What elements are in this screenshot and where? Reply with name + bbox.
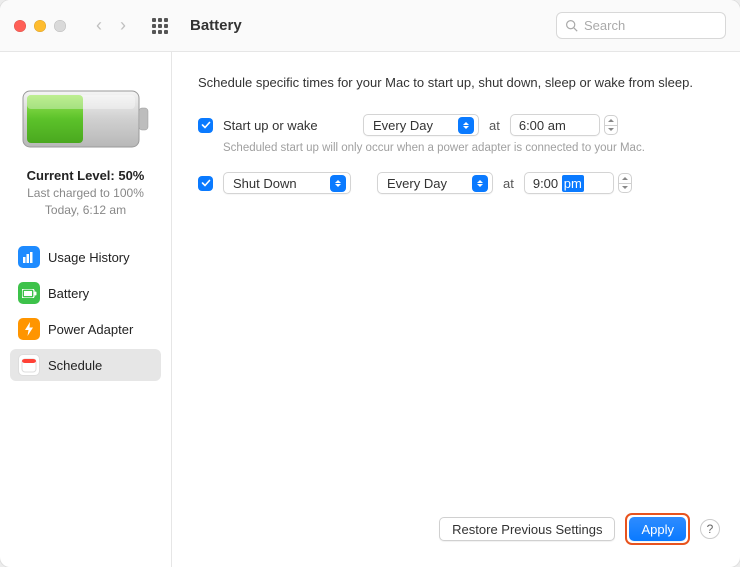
time-ampm: pm [562, 175, 584, 192]
shutdown-time-stepper[interactable] [618, 173, 632, 193]
help-button[interactable]: ? [700, 519, 720, 539]
forward-button[interactable]: › [120, 15, 126, 36]
titlebar: ‹ › Battery Search [0, 0, 740, 52]
shutdown-time-field[interactable]: 9:00 pm [524, 172, 614, 194]
sidebar-item-label: Power Adapter [48, 322, 133, 337]
time-value: 6:00 am [519, 118, 566, 133]
check-icon [201, 120, 211, 130]
fullscreen-window-button[interactable] [54, 20, 66, 32]
startup-hint: Scheduled start up will only occur when … [223, 142, 714, 154]
dropdown-arrows-icon [472, 175, 488, 192]
body: Current Level: 50% Last charged to 100% … [0, 52, 740, 567]
dropdown-arrows-icon [458, 117, 474, 134]
close-window-button[interactable] [14, 20, 26, 32]
chart-icon [23, 252, 35, 263]
traffic-lights [14, 20, 66, 32]
apply-button[interactable]: Apply [629, 517, 686, 541]
startup-day-select[interactable]: Every Day [363, 114, 479, 136]
select-value: Every Day [373, 118, 433, 133]
battery-level-icon [21, 88, 151, 150]
shutdown-checkbox[interactable] [198, 176, 213, 191]
last-charged-label: Last charged to 100% [27, 186, 144, 200]
last-charged-time-label: Today, 6:12 am [45, 203, 126, 217]
calendar-icon [21, 357, 37, 373]
select-value: Shut Down [233, 176, 297, 191]
search-placeholder: Search [584, 18, 625, 33]
sidebar-item-schedule[interactable]: Schedule [10, 349, 161, 381]
show-all-prefs-button[interactable] [152, 18, 168, 34]
time-num: 9:00 [533, 176, 558, 191]
at-label: at [503, 176, 514, 191]
footer: Restore Previous Settings Apply ? [439, 513, 720, 545]
startup-row: Start up or wake Every Day at 6:00 am [198, 114, 714, 136]
shutdown-row: Shut Down Every Day at 9:00 pm [198, 172, 714, 194]
startup-time-stepper[interactable] [604, 115, 618, 135]
startup-label: Start up or wake [223, 118, 353, 133]
shutdown-day-select[interactable]: Every Day [377, 172, 493, 194]
search-icon [565, 19, 578, 32]
search-input[interactable]: Search [556, 12, 726, 39]
shutdown-action-select[interactable]: Shut Down [223, 172, 351, 194]
startup-checkbox[interactable] [198, 118, 213, 133]
sidebar-item-label: Usage History [48, 250, 130, 265]
select-value: Every Day [387, 176, 447, 191]
dropdown-arrows-icon [330, 175, 346, 192]
apply-highlight: Apply [625, 513, 690, 545]
back-button[interactable]: ‹ [96, 15, 102, 36]
content-pane: Schedule specific times for your Mac to … [172, 52, 740, 567]
window-title: Battery [190, 17, 242, 34]
sidebar-nav: Usage History Battery Power Adapter [10, 241, 161, 381]
sidebar-item-usage-history[interactable]: Usage History [10, 241, 161, 273]
minimize-window-button[interactable] [34, 20, 46, 32]
sidebar-item-power-adapter[interactable]: Power Adapter [10, 313, 161, 345]
restore-button[interactable]: Restore Previous Settings [439, 517, 615, 541]
window: ‹ › Battery Search [0, 0, 740, 567]
startup-time-field[interactable]: 6:00 am [510, 114, 600, 136]
check-icon [201, 178, 211, 188]
sidebar-item-label: Battery [48, 286, 89, 301]
sidebar-item-battery[interactable]: Battery [10, 277, 161, 309]
at-label: at [489, 118, 500, 133]
sidebar: Current Level: 50% Last charged to 100% … [0, 52, 172, 567]
lightning-icon [24, 322, 34, 336]
schedule-description: Schedule specific times for your Mac to … [198, 74, 714, 92]
nav-arrows: ‹ › [96, 15, 126, 36]
sidebar-item-label: Schedule [48, 358, 102, 373]
battery-icon [22, 289, 37, 298]
battery-level-label: Current Level: 50% [27, 168, 145, 183]
